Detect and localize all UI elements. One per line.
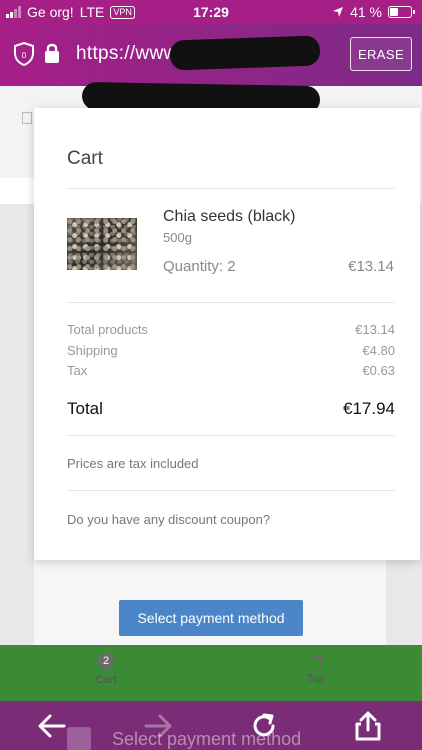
reload-icon[interactable] — [248, 710, 280, 742]
lock-icon — [45, 43, 59, 63]
divider — [67, 188, 395, 189]
summary-label: Shipping — [67, 343, 118, 358]
divider — [67, 490, 395, 491]
summary-value: €13.14 — [355, 322, 395, 337]
product-name[interactable]: Chia seeds (black) — [163, 208, 296, 226]
share-icon[interactable] — [352, 710, 384, 742]
summary-label: Tax — [67, 363, 88, 378]
erase-button[interactable]: ERASE — [350, 37, 412, 71]
select-payment-method-button[interactable]: Select payment method — [119, 600, 303, 636]
product-price: €13.14 — [348, 258, 394, 275]
status-right: 41 % — [332, 4, 415, 20]
cart-nav-label: Cart — [95, 674, 117, 686]
cart-modal: Cart Chia seeds (black) 500g Quantity: 2… — [34, 108, 420, 560]
cart-title: Cart — [67, 148, 103, 169]
url-text[interactable]: https://www — [76, 43, 178, 65]
total-row: Total €17.94 — [67, 399, 395, 419]
summary-value: €4.80 — [362, 343, 395, 358]
product-quantity: Quantity: 2 — [163, 258, 236, 275]
cart-count-badge: 2 — [98, 653, 114, 669]
divider — [67, 435, 395, 436]
background-check-icon — [67, 727, 91, 750]
forward-arrow-icon[interactable] — [142, 710, 174, 742]
status-bar: Ge org! LTE VPN 17:29 41 % — [0, 0, 422, 24]
location-arrow-icon — [333, 7, 344, 17]
shield-icon[interactable]: 0 — [14, 42, 34, 66]
summary-label: Total products — [67, 322, 148, 337]
battery-icon — [388, 6, 415, 18]
battery-percent: 41 % — [350, 4, 382, 20]
browser-url-bar: 0 https://www ERASE — [0, 24, 422, 86]
coupon-link[interactable]: Do you have any discount coupon? — [67, 512, 270, 527]
summary-row-products: Total products €13.14 — [67, 322, 395, 337]
summary-row-shipping: Shipping €4.80 — [67, 343, 395, 358]
svg-text:0: 0 — [22, 51, 27, 60]
product-image — [67, 218, 137, 270]
bottom-nav: 2 Cart Top — [0, 645, 422, 701]
divider — [67, 302, 395, 303]
bottom-nav-cart[interactable]: 2 Cart — [82, 653, 130, 686]
tax-note: Prices are tax included — [67, 456, 199, 471]
browser-toolbar: Select payment method — [0, 701, 422, 750]
total-value: €17.94 — [343, 399, 395, 418]
summary-value: €0.63 — [362, 363, 395, 378]
top-nav-label: Top — [307, 673, 325, 685]
total-label: Total — [67, 399, 103, 418]
redacted-url-mark — [169, 35, 321, 71]
back-arrow-icon[interactable] — [36, 710, 68, 742]
summary-row-tax: Tax €0.63 — [67, 363, 395, 378]
product-variant: 500g — [163, 230, 192, 245]
bottom-nav-top[interactable]: Top — [292, 653, 340, 685]
top-icon — [311, 656, 321, 668]
battery-level-fill — [390, 8, 399, 16]
background-checkbox — [22, 112, 32, 124]
